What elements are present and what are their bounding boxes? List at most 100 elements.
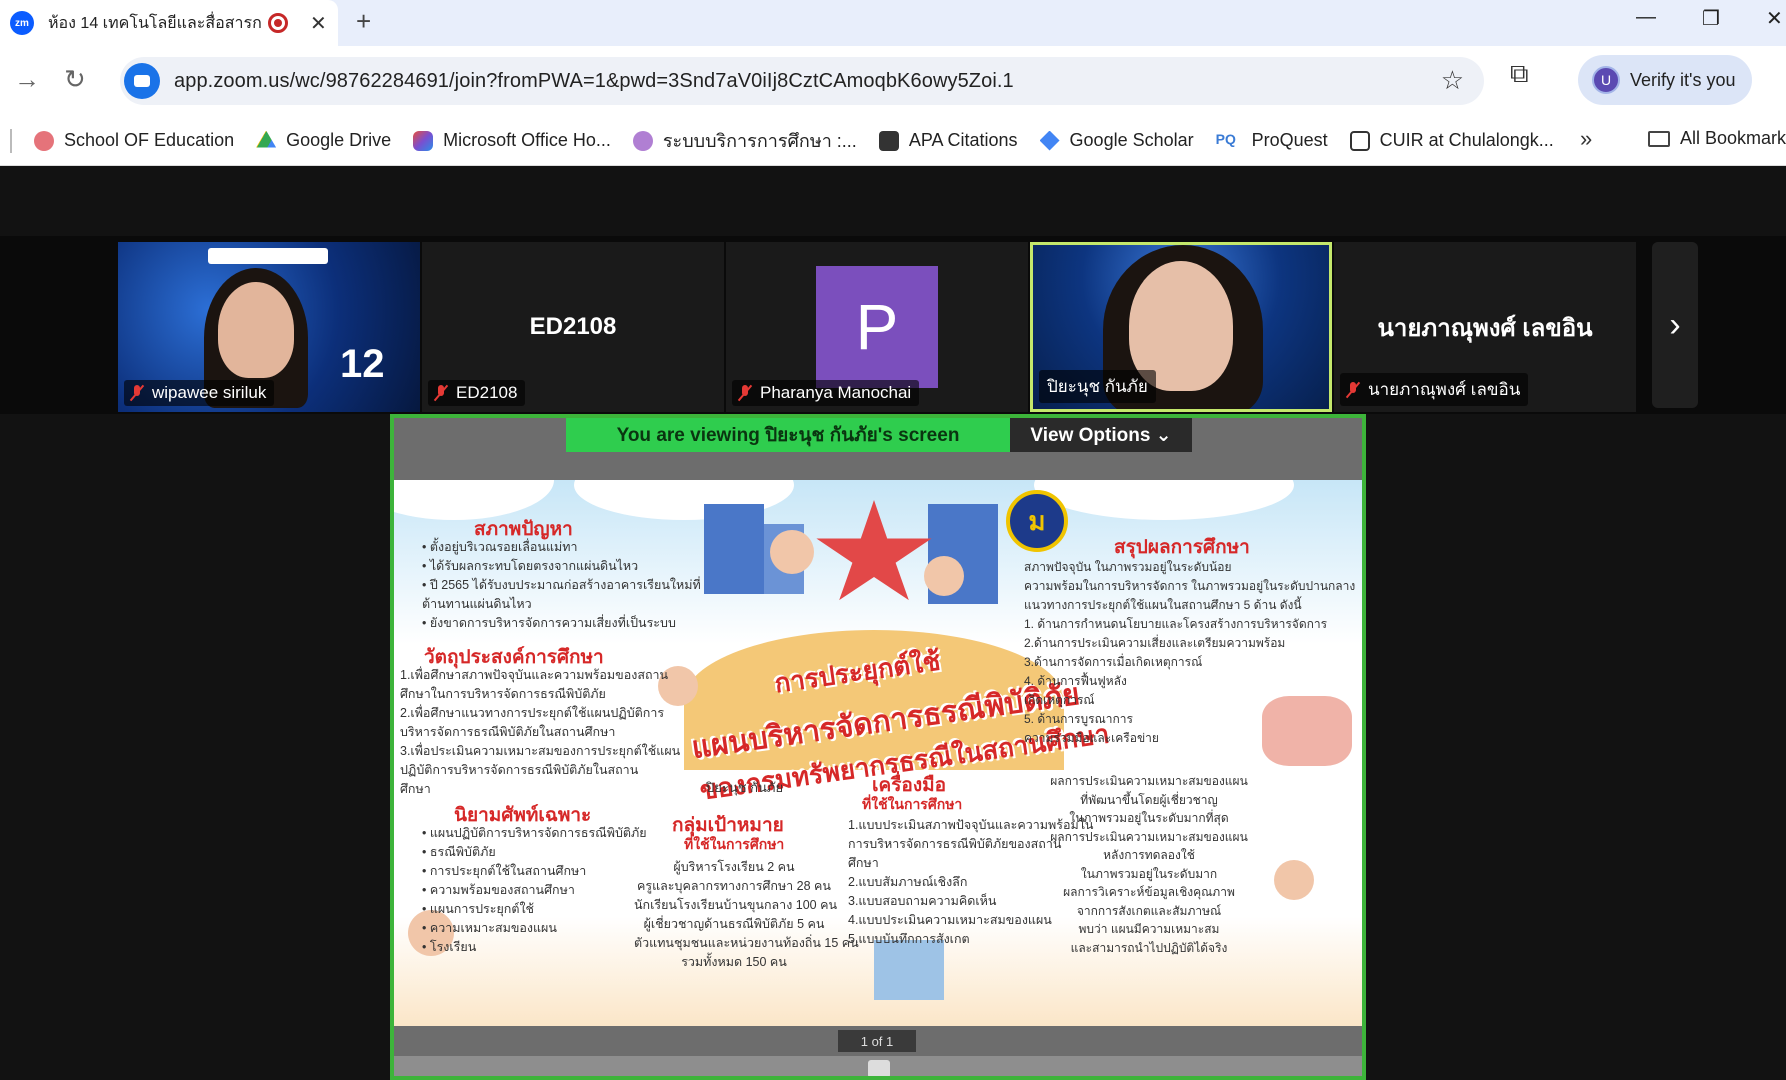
participant-tile-active[interactable]: ปิยะนุช กันภัย: [1030, 242, 1332, 412]
term-item: • ธรณีพิบัติภัย: [422, 845, 496, 859]
url-text: app.zoom.us/wc/98762284691/join?fromPWA=…: [174, 69, 1014, 92]
term-item: • โรงเรียน: [422, 940, 477, 954]
result-item: หลังการทดลองใช้: [1103, 848, 1195, 862]
result-item: ผลการวิเคราะห์ข้อมูลเชิงคุณภาพ: [1063, 885, 1235, 899]
restore-icon[interactable]: ❐: [1702, 6, 1720, 31]
summary-list: สภาพปัจจุบัน ในภาพรวมอยู่ในระดับน้อย ควา…: [1024, 558, 1355, 748]
shared-slide: ม การประยุกต์ใช้ แผนบริหารจัดการธรณีพิบั…: [394, 480, 1362, 1026]
address-bar[interactable]: app.zoom.us/wc/98762284691/join?fromPWA=…: [120, 57, 1484, 105]
target-list: ผู้บริหารโรงเรียน 2 คน ครูและบุคลากรทางก…: [634, 858, 859, 972]
result-item: ผลการประเมินความเหมาะสมของแผน: [1050, 829, 1248, 844]
annotation-toolbar-handle-icon[interactable]: [868, 1060, 890, 1076]
participant-avatar: P: [816, 266, 938, 388]
mic-muted-icon: [128, 384, 146, 402]
term-item: • แผนการประยุกต์ใช้: [422, 902, 535, 916]
target-item: ครูและบุคลากรทางการศึกษา 28 คน: [637, 879, 831, 893]
cloud-decoration: [1034, 480, 1294, 520]
character-illustration: [924, 556, 964, 596]
bookmark-label: ระบบบริการการศึกษา :...: [662, 131, 857, 151]
profile-avatar: U: [1592, 66, 1620, 94]
objective-item: ปฏิบัติการบริหารจัดการธรณีพิบัติภัยในสถา…: [400, 763, 639, 777]
bookmark-item[interactable]: Microsoft Office Ho...: [413, 130, 611, 151]
bookmark-item[interactable]: School OF Education: [34, 130, 234, 151]
summary-item: 4. ด้านการฟื้นฟูหลัง: [1024, 674, 1127, 688]
character-illustration: [770, 530, 814, 574]
summary-item: ความพร้อมในการบริหารจัดการ ในภาพรวมอยู่ใ…: [1024, 579, 1356, 593]
problem-item: • ยังขาดการบริหารจัดการความเสี่ยงที่เป็น…: [422, 616, 676, 630]
recording-icon: [268, 13, 288, 33]
bookmark-label: CUIR at Chulalongk...: [1379, 130, 1554, 150]
problem-item: ต้านทานแผ่นดินไหว: [422, 597, 532, 611]
all-bookmarks-button[interactable]: All Bookmarks: [1648, 128, 1786, 149]
person-face: [218, 282, 294, 378]
result-item: ในภาพรวมอยู่ในระดับมาก: [1080, 866, 1218, 881]
shared-screen: You are viewing ปิยะนุช กันภัย's screen …: [390, 414, 1366, 1080]
term-item: • ความพร้อมของสถานศึกษา: [422, 883, 575, 897]
tab-title: ห้อง 14 เทคโนโลยีและสื่อสารการ: [48, 14, 262, 32]
target-item: ตัวแทนชุมชนและหน่วยงานท้องถิ่น 15 คน: [634, 936, 859, 950]
participant-tile[interactable]: P Pharanya Manochai: [726, 242, 1028, 412]
building-illustration: [874, 940, 944, 1000]
video-banner: [208, 248, 328, 264]
terms-list: • แผนปฏิบัติการบริหารจัดการธรณีพิบัติภัย…: [422, 824, 647, 957]
problem-item: • ตั้งอยู่บริเวณรอยเลื่อนแม่ทา: [422, 540, 578, 554]
summary-item: ความร่วมมือและเครือข่าย: [1024, 731, 1159, 745]
bookmarks-more-button[interactable]: »: [1580, 126, 1592, 152]
tools-subheading: ที่ใช้ในการศึกษา: [862, 796, 963, 812]
problem-item: • ปี 2565 ได้รับงบประมาณก่อสร้างอาคารเรี…: [422, 578, 701, 592]
summary-item: เกิดเหตุการณ์: [1024, 693, 1095, 707]
new-tab-button[interactable]: +: [356, 6, 371, 37]
viewing-banner: You are viewing ปิยะนุช กันภัย's screen: [566, 418, 1010, 452]
participant-name: นายภาณุพงศ์ เลขอิน: [1368, 380, 1521, 399]
objective-item: 3.เพื่อประเมินความเหมาะสมของการประยุกต์ใ…: [400, 744, 681, 758]
term-item: • ความเหมาะสมของแผน: [422, 921, 557, 935]
browser-tab[interactable]: zm ห้อง 14 เทคโนโลยีและสื่อสารการ ✕: [0, 0, 338, 46]
apa-icon: [878, 130, 899, 151]
bookmark-item[interactable]: APA Citations: [878, 130, 1018, 151]
participant-name: ปิยะนุช กันภัย: [1047, 377, 1148, 396]
video-logo: 12: [340, 342, 385, 386]
view-options-button[interactable]: View Options ⌄: [1010, 418, 1192, 452]
bookmark-item[interactable]: Google Drive: [256, 130, 391, 151]
close-window-icon[interactable]: ✕: [1766, 6, 1783, 31]
extensions-icon[interactable]: ⧉: [1510, 58, 1529, 90]
participant-name: Pharanya Manochai: [760, 383, 912, 402]
reload-icon[interactable]: ↻: [64, 64, 86, 95]
bookmark-item[interactable]: PQ ProQuest: [1216, 130, 1328, 151]
participant-label: ED2108: [428, 380, 526, 406]
bookmark-item[interactable]: CUIR at Chulalongk...: [1349, 130, 1554, 151]
next-page-arrow-icon[interactable]: ›: [1652, 242, 1698, 408]
bookmark-item[interactable]: ระบบบริการการศึกษา :...: [632, 126, 857, 155]
objective-item: 2.เพื่อศึกษาแนวทางการประยุกต์ใช้แผนปฏิบั…: [400, 706, 665, 720]
participant-label: Pharanya Manochai: [732, 380, 920, 406]
target-item: รวมทั้งหมด 150 คน: [681, 955, 787, 969]
summary-item: 1. ด้านการกำหนดนโยบายและโครงสร้างการบริห…: [1024, 617, 1328, 631]
office-icon: [413, 130, 434, 151]
page-indicator: 1 of 1: [838, 1030, 916, 1052]
participant-name: ED2108: [456, 383, 518, 402]
all-bookmarks-label: All Bookmarks: [1680, 128, 1786, 148]
bookmark-star-icon[interactable]: ☆: [1441, 65, 1464, 96]
term-item: • การประยุกต์ใช้ในสถานศึกษา: [422, 864, 587, 878]
building-illustration: [704, 504, 764, 594]
forward-icon[interactable]: →: [14, 64, 40, 95]
participant-label: ปิยะนุช กันภัย: [1039, 370, 1156, 403]
participant-tile[interactable]: นายภาณุพงศ์ เลขอิน นายภาณุพงศ์ เลขอิน: [1334, 242, 1636, 412]
mic-muted-icon: [1344, 381, 1362, 399]
minimize-icon[interactable]: —: [1636, 6, 1656, 29]
folder-icon: [1648, 130, 1670, 147]
close-tab-icon[interactable]: ✕: [310, 11, 327, 36]
bookmark-label: ProQuest: [1251, 130, 1328, 150]
objective-item: ศึกษา: [400, 782, 431, 796]
bookmark-item[interactable]: Google Scholar: [1039, 130, 1194, 151]
objective-item: บริหารจัดการธรณีพิบัติภัยในสถานศึกษา: [400, 725, 616, 739]
participant-tile[interactable]: 12 wipawee siriluk: [118, 242, 420, 412]
participant-tile[interactable]: ED2108 ED2108: [422, 242, 724, 412]
bookmark-divider: [10, 128, 12, 153]
impact-burst-illustration: [816, 500, 932, 601]
participant-name: wipawee siriluk: [152, 383, 267, 402]
target-item: นักเรียนโรงเรียนบ้านขุนกลาง 100 คน: [634, 898, 838, 912]
zoom-favicon-icon: zm: [10, 11, 34, 35]
result-item: พบว่า แผนมีความเหมาะสม: [1078, 922, 1220, 936]
verify-button[interactable]: U Verify it's you: [1578, 55, 1752, 105]
